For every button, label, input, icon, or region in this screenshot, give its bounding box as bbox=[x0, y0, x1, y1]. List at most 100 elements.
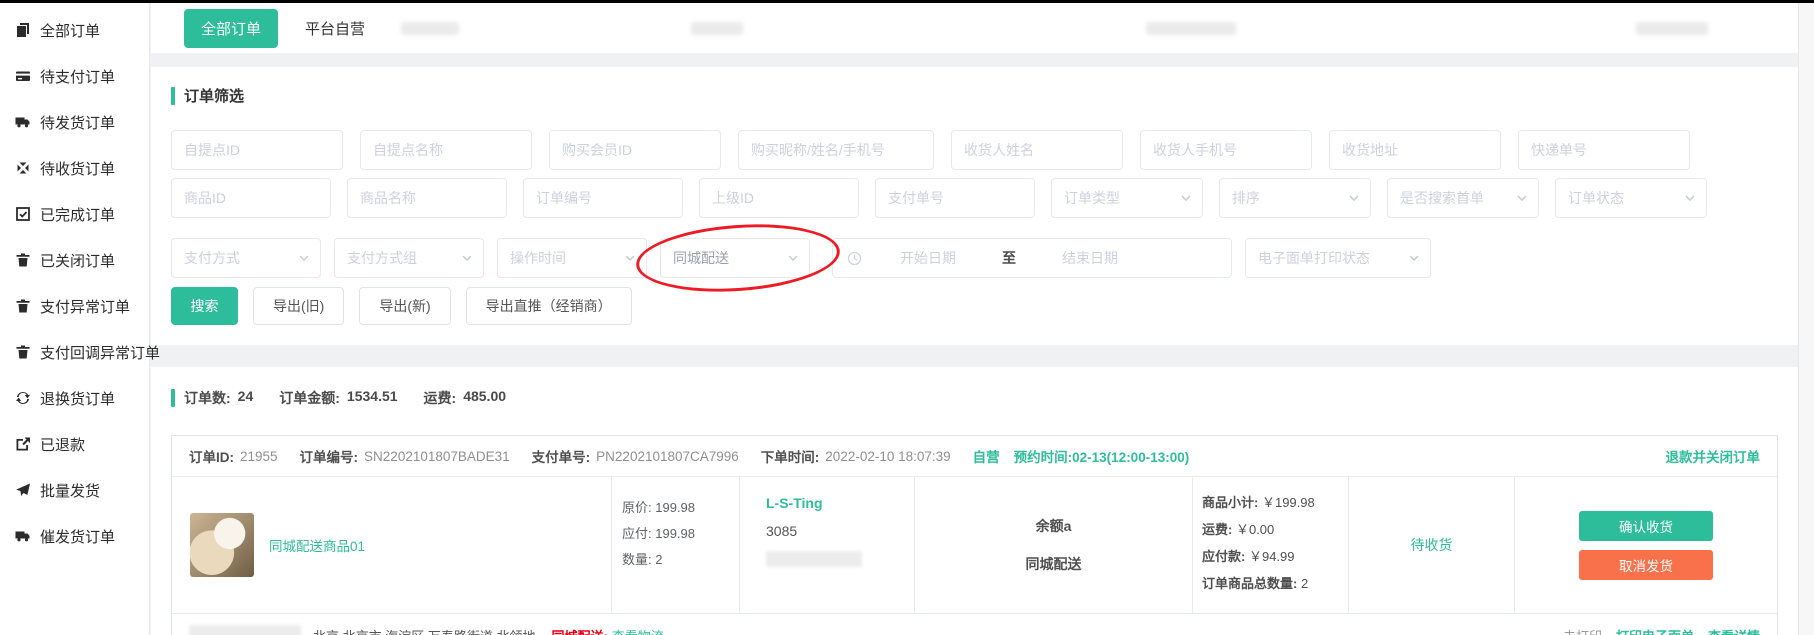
sidebar-item-callback-abnormal-orders[interactable]: 支付回调异常订单 bbox=[0, 329, 149, 375]
shipping-address: 北京 北京市 海淀区 万寿路街道 北领地 bbox=[313, 626, 535, 635]
view-logistics-link[interactable]: 查看物流 bbox=[612, 626, 664, 635]
select-placeholder: 支付方式组 bbox=[347, 248, 417, 268]
quantity-label: 数量: bbox=[622, 552, 652, 567]
parent-id-input[interactable] bbox=[699, 178, 859, 218]
green-bar bbox=[171, 389, 175, 407]
order-type-select[interactable]: 订单类型 bbox=[1051, 178, 1203, 218]
order-header: 订单ID: 21955 订单编号: SN2202101807BADE31 支付单… bbox=[172, 436, 1777, 477]
totals-cell: 商品小计: ￥199.98 运费: ￥0.00 应付款: ￥94.99 订单商品… bbox=[1193, 477, 1349, 613]
select-placeholder: 是否搜索首单 bbox=[1400, 188, 1484, 208]
date-range-picker[interactable]: 开始日期 至 结束日期 bbox=[832, 238, 1232, 278]
order-footer: 北京 北京市 海淀区 万寿路街道 北领地 同城配送: 查看物流 未打印 打印电子… bbox=[172, 613, 1777, 635]
green-bar bbox=[171, 87, 175, 105]
sidebar-item-return-exchange-orders[interactable]: 退换货订单 bbox=[0, 375, 149, 421]
sidebar: 全部订单 待支付订单 待发货订单 待收货订单 已完成订单 已关闭订单 支付异常订… bbox=[0, 3, 150, 635]
payment-sn-input[interactable] bbox=[875, 178, 1035, 218]
payment-cell: 余额a 同城配送 bbox=[915, 477, 1193, 613]
search-button[interactable]: 搜索 bbox=[171, 287, 238, 325]
freight-value: 485.00 bbox=[463, 388, 506, 408]
buyer-nickname-link[interactable]: L-S-Ting bbox=[766, 495, 904, 511]
copy-icon bbox=[14, 22, 31, 39]
buyer-cell: L-S-Ting 3085 bbox=[740, 477, 915, 613]
product-id-input[interactable] bbox=[171, 178, 331, 218]
sidebar-item-completed-orders[interactable]: 已完成订单 bbox=[0, 191, 149, 237]
order-amount-label: 订单金额: bbox=[279, 388, 340, 408]
buyer-nickname-input[interactable] bbox=[738, 130, 934, 170]
sidebar-item-refunded[interactable]: 已退款 bbox=[0, 421, 149, 467]
shipping-address-input[interactable] bbox=[1329, 130, 1501, 170]
consignee-name-input[interactable] bbox=[951, 130, 1123, 170]
buyer-member-id: 3085 bbox=[766, 523, 904, 539]
sidebar-item-to-ship-orders[interactable]: 待发货订单 bbox=[0, 99, 149, 145]
self-operated-tag: 自营 bbox=[973, 446, 1000, 466]
sidebar-item-label: 已关闭订单 bbox=[40, 250, 115, 271]
select-placeholder: 排序 bbox=[1232, 188, 1260, 208]
sidebar-item-urge-ship-orders[interactable]: 催发货订单 bbox=[0, 513, 149, 559]
export-icon bbox=[14, 436, 31, 453]
pickup-point-id-input[interactable] bbox=[171, 130, 343, 170]
product-name-input[interactable] bbox=[347, 178, 507, 218]
order-status-select[interactable]: 订单状态 bbox=[1555, 178, 1707, 218]
view-detail-link[interactable]: 查看详情 bbox=[1708, 626, 1760, 635]
consignee-phone-input[interactable] bbox=[1140, 130, 1312, 170]
redacted-tab bbox=[1636, 22, 1708, 35]
send-plane-icon bbox=[14, 482, 31, 499]
pickup-point-name-input[interactable] bbox=[360, 130, 532, 170]
original-price-label: 原价: bbox=[622, 500, 652, 515]
export-new-button[interactable]: 导出(新) bbox=[359, 287, 450, 325]
sidebar-item-closed-orders[interactable]: 已关闭订单 bbox=[0, 237, 149, 283]
receive-arrows-icon bbox=[14, 160, 31, 177]
city-delivery-select[interactable]: 同城配送 bbox=[660, 238, 810, 278]
payment-sn-value: PN2202101807CA7996 bbox=[596, 449, 739, 464]
cancel-shipment-button[interactable]: 取消发货 bbox=[1579, 550, 1713, 580]
order-body-row: 同城配送商品01 原价: 199.98 应付: 199.98 数量: 2 L-S… bbox=[172, 477, 1777, 613]
confirm-receipt-button[interactable]: 确认收货 bbox=[1579, 511, 1713, 541]
sidebar-item-unpaid-orders[interactable]: 待支付订单 bbox=[0, 53, 149, 99]
top-border bbox=[0, 0, 1814, 3]
payment-sn-label: 支付单号: bbox=[532, 446, 591, 466]
tab-all-orders[interactable]: 全部订单 bbox=[184, 9, 278, 48]
scrollbar[interactable] bbox=[1798, 3, 1814, 635]
order-id-label: 订单ID: bbox=[189, 446, 234, 466]
order-sn-label: 订单编号: bbox=[300, 446, 359, 466]
sidebar-item-to-receive-orders[interactable]: 待收货订单 bbox=[0, 145, 149, 191]
tab-platform-self[interactable]: 平台自营 bbox=[305, 9, 365, 48]
order-time-label: 下单时间: bbox=[761, 446, 820, 466]
refresh-icon bbox=[14, 390, 31, 407]
tab-bar: 全部订单 平台自营 bbox=[151, 3, 1798, 53]
print-e-waybill-link[interactable]: 打印电子面单 bbox=[1616, 626, 1694, 635]
first-order-search-select[interactable]: 是否搜索首单 bbox=[1387, 178, 1539, 218]
e-waybill-print-status-select[interactable]: 电子面单打印状态 bbox=[1245, 238, 1431, 278]
subtotal-value: ￥199.98 bbox=[1262, 495, 1315, 510]
buyer-member-id-input[interactable] bbox=[549, 130, 721, 170]
trash-icon bbox=[14, 344, 31, 361]
print-status-text: 未打印 bbox=[1563, 626, 1602, 635]
status-badge: 待收货 bbox=[1411, 535, 1453, 555]
start-date-placeholder: 开始日期 bbox=[862, 248, 994, 268]
end-date-placeholder: 结束日期 bbox=[1024, 248, 1156, 268]
order-filter-panel: 订单筛选 订单类型 排序 bbox=[151, 67, 1798, 345]
order-sn-value: SN2202101807BADE31 bbox=[364, 449, 510, 464]
actions-cell: 确认收货 取消发货 bbox=[1515, 477, 1777, 613]
sidebar-item-batch-ship[interactable]: 批量发货 bbox=[0, 467, 149, 513]
reservation-time-tag: 预约时间:02-13(12:00-13:00) bbox=[1014, 446, 1190, 466]
sidebar-item-payment-abnormal-orders[interactable]: 支付异常订单 bbox=[0, 283, 149, 329]
redacted-phone bbox=[766, 551, 862, 567]
export-old-button[interactable]: 导出(旧) bbox=[253, 287, 344, 325]
sidebar-item-label: 已完成订单 bbox=[40, 204, 115, 225]
original-price-value: 199.98 bbox=[655, 500, 695, 515]
tracking-number-input[interactable] bbox=[1518, 130, 1690, 170]
payment-method-select[interactable]: 支付方式 bbox=[171, 238, 321, 278]
chevron-down-icon bbox=[1684, 192, 1696, 204]
refund-and-close-link[interactable]: 退款并关闭订单 bbox=[1666, 446, 1761, 466]
payment-method-group-select[interactable]: 支付方式组 bbox=[334, 238, 484, 278]
sort-select[interactable]: 排序 bbox=[1219, 178, 1371, 218]
product-name-link[interactable]: 同城配送商品01 bbox=[269, 535, 365, 555]
payment-method: 余额a bbox=[1036, 516, 1072, 536]
export-direct-button[interactable]: 导出直推（经销商） bbox=[466, 287, 632, 325]
filter-row-3: 支付方式 支付方式组 操作时间 同城配送 开始日期 至 bbox=[171, 238, 1778, 278]
chevron-down-icon bbox=[1408, 252, 1420, 264]
operation-time-select[interactable]: 操作时间 bbox=[497, 238, 647, 278]
sidebar-item-all-orders[interactable]: 全部订单 bbox=[0, 7, 149, 53]
order-sn-input[interactable] bbox=[523, 178, 683, 218]
